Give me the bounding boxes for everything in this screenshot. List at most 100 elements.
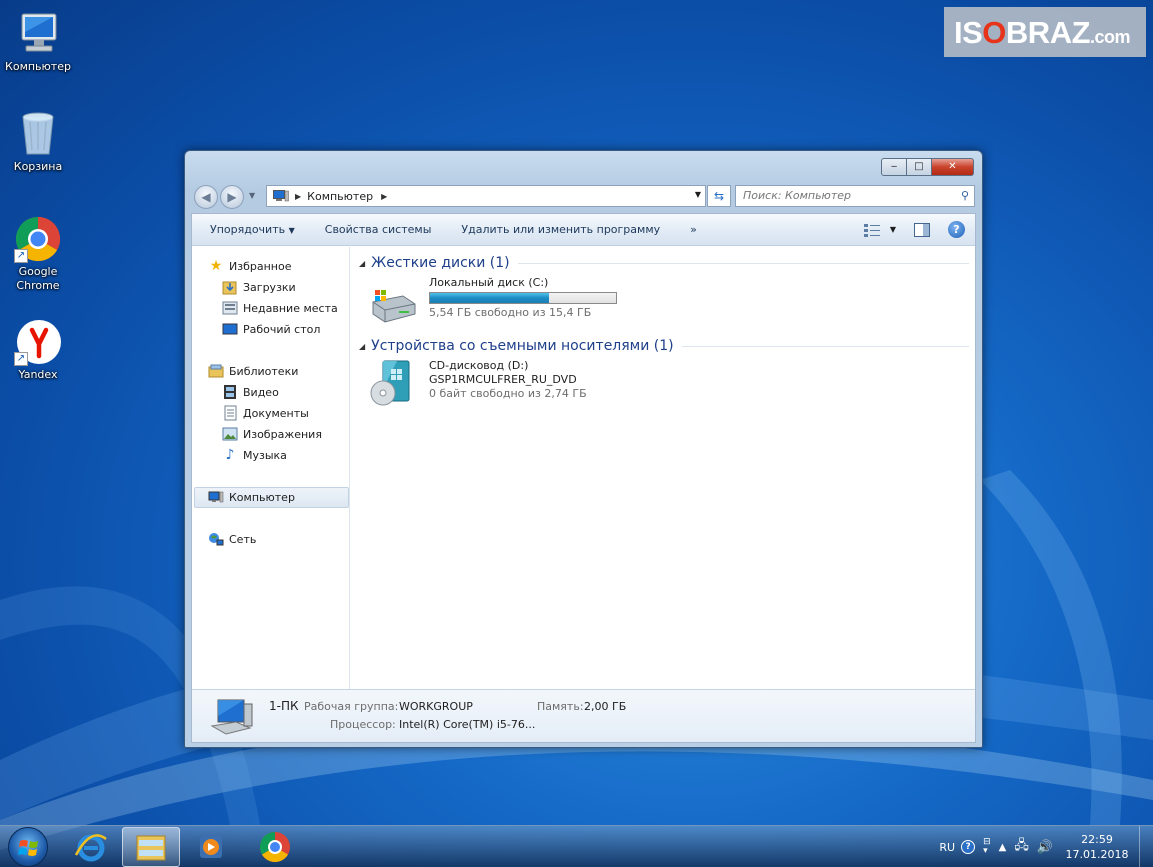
- shortcut-arrow-icon: ↗: [14, 249, 28, 263]
- sidebar-item-label: Документы: [243, 406, 309, 420]
- sidebar-item-libraries[interactable]: Библиотеки: [208, 362, 298, 380]
- details-pane: 1-ПК Рабочая группа: WORKGROUP Память: 2…: [192, 689, 975, 742]
- sidebar-item-downloads[interactable]: Загрузки: [222, 278, 296, 296]
- video-icon: [224, 385, 236, 399]
- taskbar: RU ? ⊟ ▾ ▲ 🖧 🔊 22:59 17.01.2018: [0, 825, 1153, 867]
- group-divider: [681, 345, 969, 347]
- desktop-icon-computer[interactable]: Компьютер: [0, 10, 76, 74]
- drive-free-space: 0 байт свободно из 2,74 ГБ: [429, 387, 587, 400]
- desktop-icon-label: Yandex: [18, 368, 58, 381]
- desktop-icon-recycle-bin[interactable]: Корзина: [0, 110, 76, 174]
- taskbar-explorer[interactable]: [122, 827, 180, 867]
- sidebar-item-recent-places[interactable]: Недавние места: [222, 299, 338, 317]
- explorer-window: ‒ □ ✕ ◀ ▶ ▼ ▶ Компьютер ▶ ▼ ⇆ Поиск: Ком…: [184, 150, 983, 748]
- clock[interactable]: 22:59 17.01.2018: [1059, 832, 1135, 862]
- taskbar-media-player[interactable]: [182, 827, 240, 867]
- computer-icon: [14, 10, 62, 58]
- minimize-button[interactable]: ‒: [881, 158, 907, 176]
- sidebar-item-desktop[interactable]: Рабочий стол: [222, 320, 320, 338]
- group-header-removable[interactable]: ◢ Устройства со съемными носителями (1): [359, 338, 969, 354]
- view-list-icon: [863, 223, 880, 237]
- collapse-triangle-icon[interactable]: ◢: [359, 259, 365, 268]
- change-view-button[interactable]: ▼: [863, 223, 896, 237]
- help-icon[interactable]: ?: [948, 221, 965, 238]
- search-icon[interactable]: ⚲: [961, 189, 969, 202]
- language-help-icon[interactable]: ?: [961, 840, 976, 854]
- show-hidden-icons-button[interactable]: ▲: [999, 842, 1007, 853]
- search-input[interactable]: Поиск: Компьютер ⚲: [735, 185, 975, 207]
- breadcrumb-computer[interactable]: Компьютер: [307, 190, 373, 203]
- desktop-icon-chrome[interactable]: ↗ Google Chrome: [0, 215, 76, 293]
- desktop-icon-label: Google Chrome: [16, 265, 60, 292]
- drive-usage-bar: [429, 292, 617, 304]
- preview-pane-icon[interactable]: [914, 222, 930, 237]
- star-icon: ★: [209, 258, 223, 274]
- libraries-icon: [208, 364, 224, 378]
- back-button[interactable]: ◀: [194, 185, 218, 209]
- cpu-label: Процессор:: [330, 718, 396, 731]
- collapse-triangle-icon[interactable]: ◢: [359, 342, 365, 351]
- tray-options-icon[interactable]: ⊟ ▾: [983, 838, 991, 856]
- cpu-value: Intel(R) Core(TM) i5-76...: [399, 718, 536, 731]
- network-tray-icon[interactable]: 🖧: [1014, 836, 1029, 858]
- explorer-content: Упорядочить ▼ Свойства системы Удалить и…: [191, 213, 976, 743]
- internet-explorer-icon: [74, 834, 107, 862]
- window-controls: ‒ □ ✕: [881, 158, 974, 176]
- more-commands-button[interactable]: »: [675, 223, 712, 236]
- recycle-bin-icon: [14, 110, 62, 158]
- sidebar-item-video[interactable]: Видео: [222, 383, 279, 401]
- group-header-hard-drives[interactable]: ◢ Жесткие диски (1): [359, 255, 969, 271]
- workgroup-value: WORKGROUP: [399, 700, 473, 713]
- desktop-icon-yandex[interactable]: ↗ Yandex: [0, 318, 76, 382]
- chrome-icon: [259, 832, 290, 863]
- refresh-button[interactable]: ⇆: [707, 185, 731, 207]
- uninstall-program-button[interactable]: Удалить или изменить программу: [446, 223, 675, 236]
- address-bar[interactable]: ▶ Компьютер ▶ ▼: [266, 185, 706, 207]
- maximize-button[interactable]: □: [907, 158, 932, 176]
- group-divider: [517, 262, 969, 264]
- recent-pages-dropdown[interactable]: ▼: [249, 191, 255, 200]
- forward-button[interactable]: ▶: [220, 185, 244, 209]
- drive-name: Локальный диск (C:): [429, 276, 549, 289]
- show-desktop-button[interactable]: [1139, 826, 1153, 867]
- system-tray: RU ? ⊟ ▾ ▲ 🖧 🔊 22:59 17.01.2018: [939, 826, 1153, 867]
- group-header-label: Устройства со съемными носителями (1): [371, 338, 674, 354]
- workgroup-label: Рабочая группа:: [304, 700, 399, 713]
- sidebar-item-music[interactable]: ♪ Музыка: [222, 446, 287, 464]
- breadcrumb-separator-icon[interactable]: ▶: [381, 192, 387, 201]
- computer-small-icon: [208, 491, 224, 503]
- drive-item-c[interactable]: Локальный диск (C:) 5,54 ГБ свободно из …: [369, 276, 629, 324]
- sidebar-item-network[interactable]: Сеть: [208, 530, 256, 548]
- shortcut-arrow-icon: ↗: [14, 352, 28, 366]
- desktop-icon-label: Корзина: [13, 160, 63, 173]
- chevron-down-icon: ▼: [889, 225, 896, 234]
- view-controls: ▼ ?: [863, 221, 965, 238]
- drive-item-d[interactable]: CD-дисковод (D:) GSP1RMCULFRER_RU_DVD 0 …: [369, 359, 629, 409]
- group-header-label: Жесткие диски (1): [371, 255, 510, 271]
- memory-label: Память:: [537, 700, 584, 713]
- volume-icon[interactable]: 🔊: [1037, 840, 1053, 855]
- computer-small-icon: [273, 190, 289, 202]
- organize-button[interactable]: Упорядочить ▼: [192, 223, 310, 236]
- drive-free-space: 5,54 ГБ свободно из 15,4 ГБ: [429, 306, 592, 319]
- address-history-dropdown-icon[interactable]: ▼: [695, 190, 701, 199]
- sidebar-item-pictures[interactable]: Изображения: [222, 425, 322, 443]
- hard-drive-icon: [372, 290, 416, 323]
- sidebar-item-favorites[interactable]: ★ Избранное: [208, 257, 292, 275]
- sidebar-item-documents[interactable]: Документы: [222, 404, 309, 422]
- language-indicator[interactable]: RU: [939, 841, 955, 854]
- search-placeholder: Поиск: Компьютер: [743, 189, 851, 202]
- isobraz-watermark-logo: ISOBRAZ.com: [944, 7, 1146, 57]
- system-properties-button[interactable]: Свойства системы: [310, 223, 447, 236]
- breadcrumb-separator-icon[interactable]: ▶: [295, 192, 301, 201]
- taskbar-chrome[interactable]: [246, 827, 304, 867]
- sidebar-item-label: Загрузки: [243, 280, 296, 294]
- navigation-bar: ◀ ▶ ▼ ▶ Компьютер ▶ ▼ ⇆ Поиск: Компьютер…: [192, 184, 975, 209]
- sidebar-item-computer[interactable]: Компьютер: [208, 488, 295, 506]
- sidebar-item-label: Библиотеки: [229, 364, 299, 378]
- drive-usage-fill: [430, 293, 550, 303]
- taskbar-internet-explorer[interactable]: [62, 827, 120, 867]
- sidebar-item-label: Избранное: [229, 259, 292, 273]
- start-button[interactable]: [8, 827, 48, 867]
- close-button[interactable]: ✕: [932, 158, 974, 176]
